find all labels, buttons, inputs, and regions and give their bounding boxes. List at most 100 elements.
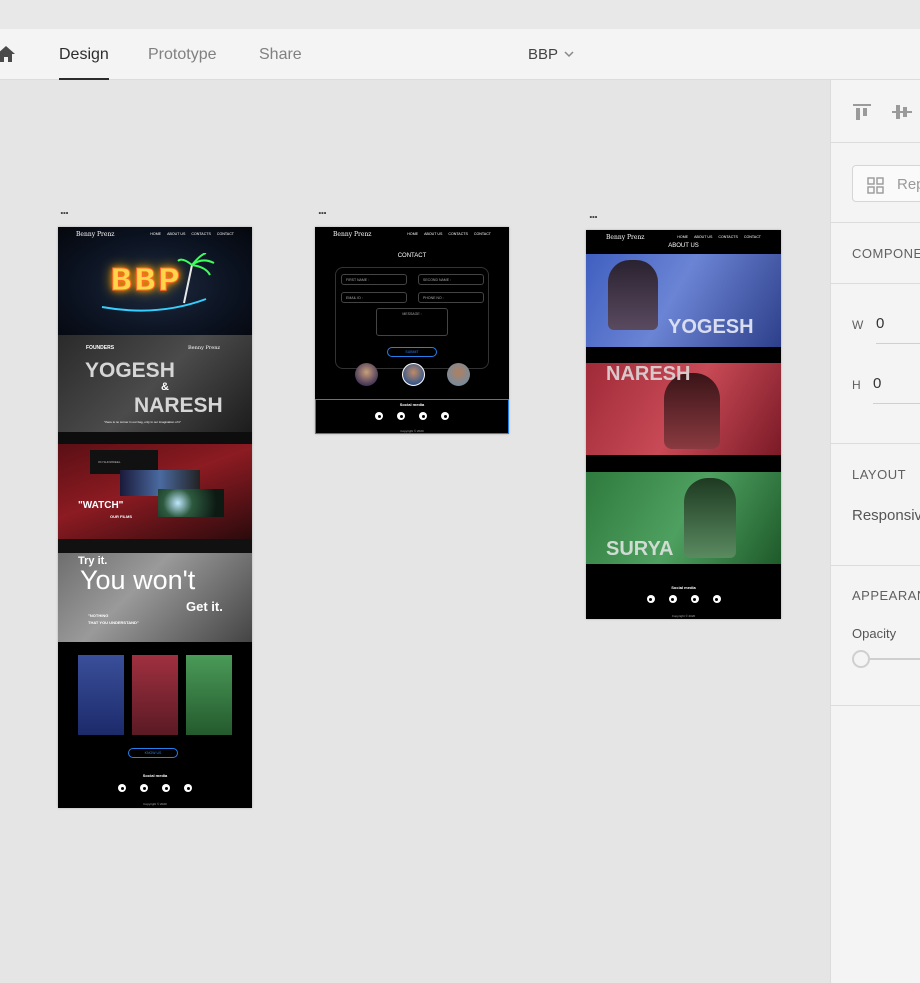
responsive-resize-label[interactable]: Responsive (852, 507, 920, 524)
contact-avatar-1[interactable] (355, 363, 378, 386)
first-name-field[interactable]: FIRST NAME : (341, 274, 407, 285)
member-name: NARESH (606, 363, 691, 385)
home-copyright: Copyright © 2020 (143, 802, 167, 806)
tab-share[interactable]: Share (259, 46, 302, 80)
nav-link-contacts[interactable]: CONTACTS (448, 232, 468, 236)
message-field[interactable]: MESSAGE : (376, 308, 448, 336)
nav-link-home[interactable]: HOME (150, 232, 161, 236)
film-frame (158, 489, 224, 517)
hero-section: Benny Prenz HOME ABOUT US CONTACTS CONTA… (58, 227, 252, 335)
founders-logo: Benny Prenz (188, 345, 221, 351)
facebook-icon[interactable] (162, 784, 170, 792)
height-input-underline (873, 403, 920, 404)
home-social: Social media (58, 773, 252, 792)
component-row: COMPONE (831, 223, 920, 284)
contact-copyright: Copyright © 2020 (400, 429, 424, 433)
tab-prototype[interactable]: Prototype (148, 46, 216, 80)
home-nav: Benny Prenz HOME ABOUT US CONTACTS CONTA… (58, 227, 252, 241)
nav-link-contact[interactable]: CONTACT (217, 232, 234, 236)
design-canvas[interactable]: ... Benny Prenz HOME ABOUT US CONTACTS C… (0, 80, 830, 983)
artboard-menu-home[interactable]: ... (60, 202, 69, 217)
height-input[interactable]: 0 (873, 375, 881, 392)
contact-avatar-2[interactable] (402, 363, 425, 386)
twitter-icon[interactable] (441, 412, 449, 420)
member-card-naresh[interactable]: NARESH (586, 363, 781, 455)
nav-logo[interactable]: Benny Prenz (333, 231, 371, 238)
know-us-button[interactable]: KNOW US (128, 748, 178, 758)
twitter-icon[interactable] (184, 784, 192, 792)
facebook-icon[interactable] (419, 412, 427, 420)
founders-quote: "there is no corner in our bag, only in … (104, 420, 182, 424)
facebook-icon[interactable] (690, 595, 699, 603)
email-field[interactable]: EMAIL ID : (341, 292, 407, 303)
about-copyright: Copyright © 2020 (671, 614, 696, 618)
artboard-menu-contact[interactable]: ... (318, 202, 327, 217)
divider (586, 347, 781, 363)
divider (58, 539, 252, 553)
instagram-icon[interactable] (668, 595, 677, 603)
member-photo (608, 260, 658, 330)
founder-name-2: NARESH (134, 394, 223, 417)
footer-selection[interactable]: Social media Copyright © 2020 (315, 399, 509, 434)
nav-link-about[interactable]: ABOUT US (167, 232, 185, 236)
social-label: Social media (671, 585, 696, 590)
member-card-yogesh[interactable]: YOGESH (586, 254, 781, 347)
nav-link-contacts[interactable]: CONTACTS (191, 232, 211, 236)
artboard-menu-about[interactable]: ... (589, 206, 598, 221)
tryit-line-3: Get it. (186, 599, 223, 614)
social-label: Social media (142, 773, 168, 778)
nav-logo[interactable]: Benny Prenz (606, 234, 644, 241)
nav-link-home[interactable]: HOME (407, 232, 418, 236)
artboard-about[interactable]: Benny Prenz HOME ABOUT US CONTACTS CONTA… (586, 230, 781, 619)
opacity-slider-handle[interactable] (852, 650, 870, 668)
social-label: Social media (399, 402, 425, 407)
member-card-surya[interactable]: SURYA (586, 472, 781, 564)
member-photo (684, 478, 736, 558)
property-inspector: Rep COMPONE W 0 H 0 LAYOUT Responsive AP… (830, 80, 920, 983)
nav-link-about[interactable]: ABOUT US (694, 235, 712, 239)
contact-form: FIRST NAME : SECOND NAME : EMAIL ID : PH… (335, 267, 489, 369)
team-photo-1[interactable] (78, 655, 124, 735)
repeat-grid-icon (867, 177, 884, 194)
nav-logo[interactable]: Benny Prenz (76, 231, 114, 238)
youtube-icon[interactable] (118, 784, 126, 792)
contact-avatar-3[interactable] (447, 363, 470, 386)
tryit-quote-1: "NOTHING (88, 613, 109, 618)
about-social: Social media (586, 585, 781, 603)
align-top-icon[interactable] (852, 102, 872, 122)
twitter-icon[interactable] (712, 595, 721, 603)
tab-design[interactable]: Design (59, 46, 109, 80)
nav-link-home[interactable]: HOME (677, 235, 688, 239)
nav-link-contacts[interactable]: CONTACTS (718, 235, 738, 239)
nav-link-contact[interactable]: CONTACT (744, 235, 761, 239)
artboard-home[interactable]: Benny Prenz HOME ABOUT US CONTACTS CONTA… (58, 227, 252, 808)
width-label: W (852, 318, 864, 332)
artboard-contact[interactable]: Benny Prenz HOME ABOUT US CONTACTS CONTA… (315, 227, 509, 434)
youtube-icon[interactable] (646, 595, 655, 603)
repeat-grid-row: Rep (831, 143, 920, 223)
tryit-quote-2: THAT YOU UNDERSTAND" (88, 620, 139, 625)
chevron-down-icon[interactable] (562, 47, 576, 61)
top-toolbar: Design Prototype Share BBP (0, 29, 920, 80)
opacity-label: Opacity (852, 626, 897, 641)
submit-button[interactable]: SUBMIT (387, 347, 437, 357)
second-name-field[interactable]: SECOND NAME : (418, 274, 484, 285)
instagram-icon[interactable] (140, 784, 148, 792)
contact-nav: Benny Prenz HOME ABOUT US CONTACTS CONTA… (315, 227, 509, 241)
width-input-underline (876, 343, 920, 344)
home-icon[interactable] (0, 44, 16, 64)
watch-subtitle: OUR FILMS (110, 514, 132, 519)
instagram-icon[interactable] (397, 412, 405, 420)
repeat-grid-button[interactable]: Rep (852, 165, 920, 202)
align-middle-icon[interactable] (892, 102, 912, 122)
neon-palm-graphic (101, 253, 215, 312)
phone-field[interactable]: PHONE NO : (418, 292, 484, 303)
width-input[interactable]: 0 (876, 315, 884, 332)
nav-link-about[interactable]: ABOUT US (424, 232, 442, 236)
team-photo-2[interactable] (132, 655, 178, 735)
tryit-line-2: You won't (80, 565, 196, 595)
youtube-icon[interactable] (375, 412, 383, 420)
team-photo-3[interactable] (186, 655, 232, 735)
document-title[interactable]: BBP (528, 46, 558, 63)
nav-link-contact[interactable]: CONTACT (474, 232, 491, 236)
